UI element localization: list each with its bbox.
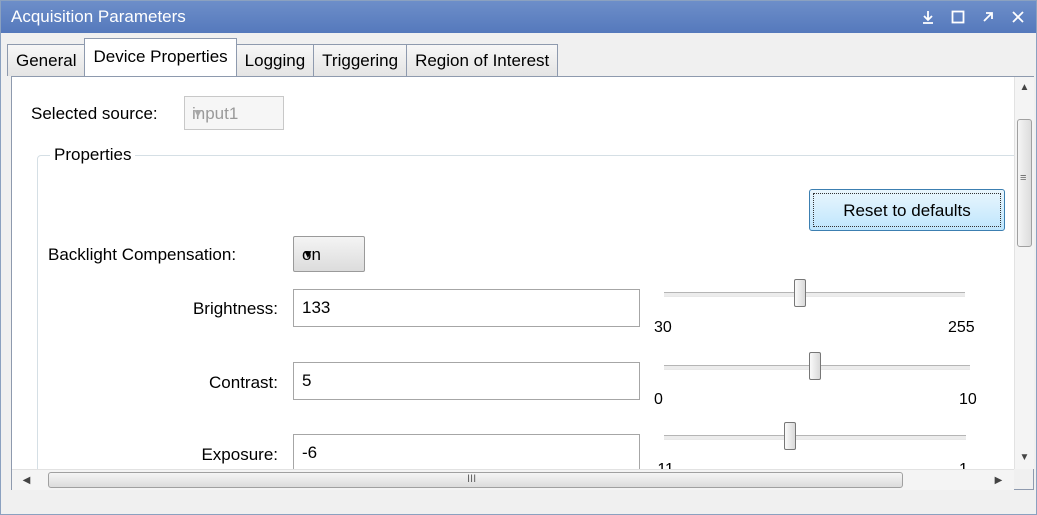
- scrollbar-corner: [1014, 469, 1033, 489]
- undock-icon[interactable]: [976, 5, 1000, 29]
- brightness-max-label: 255: [948, 319, 975, 336]
- backlight-compensation-label: Backlight Compensation:: [48, 245, 237, 264]
- chevron-down-icon: ▼: [302, 247, 314, 261]
- tab-region-of-interest[interactable]: Region of Interest: [406, 44, 559, 76]
- chevron-down-icon: ▼: [192, 106, 204, 120]
- maximize-icon[interactable]: [946, 5, 970, 29]
- tab-device-properties[interactable]: Device Properties: [84, 38, 237, 76]
- brightness-slider-track[interactable]: [664, 292, 965, 297]
- exposure-label: Exposure:: [201, 445, 278, 464]
- exposure-min-label: -11: [652, 461, 674, 469]
- brightness-label: Brightness:: [192, 299, 278, 318]
- close-icon[interactable]: [1006, 5, 1030, 29]
- exposure-slider-handle[interactable]: [784, 422, 796, 450]
- scroll-viewport: Selected source: input1 ▼ Properties Res…: [12, 77, 1014, 469]
- grip-icon: ≡: [1020, 172, 1027, 184]
- scroll-left-icon[interactable]: ◀: [18, 472, 35, 489]
- acquisition-parameters-window: Acquisition Parameters General Device Pr…: [0, 0, 1037, 515]
- exposure-max-label: 1: [959, 461, 968, 469]
- selected-source-combo: input1 ▼: [184, 96, 284, 130]
- properties-legend: Properties: [50, 145, 136, 165]
- tab-triggering[interactable]: Triggering: [313, 44, 408, 76]
- contrast-min-label: 0: [654, 391, 663, 408]
- brightness-slider-handle[interactable]: [794, 279, 806, 307]
- horizontal-scroll-thumb[interactable]: III: [48, 472, 903, 488]
- brightness-field[interactable]: [293, 289, 640, 327]
- reset-to-defaults-button[interactable]: Reset to defaults: [809, 189, 1005, 231]
- tab-strip: General Device Properties Logging Trigge…: [7, 38, 559, 76]
- contrast-max-label: 10: [959, 391, 977, 408]
- window-title: Acquisition Parameters: [11, 7, 186, 26]
- reset-button-label: Reset to defaults: [843, 201, 971, 220]
- title-bar[interactable]: Acquisition Parameters: [1, 1, 1036, 33]
- device-properties-panel: Selected source: input1 ▼ Properties Res…: [11, 76, 1034, 490]
- selected-source-label: Selected source:: [31, 104, 158, 123]
- grip-icon: III: [467, 473, 477, 485]
- backlight-compensation-dropdown[interactable]: on ▼: [293, 236, 365, 272]
- exposure-field[interactable]: [293, 434, 640, 469]
- vertical-scrollbar[interactable]: ▲ ≡ ▼: [1014, 77, 1034, 469]
- contrast-slider-handle[interactable]: [809, 352, 821, 380]
- scroll-right-icon[interactable]: ▶: [990, 472, 1007, 489]
- tab-logging[interactable]: Logging: [235, 44, 315, 76]
- contrast-input[interactable]: [294, 363, 639, 399]
- tab-general[interactable]: General: [7, 44, 86, 76]
- exposure-slider-track[interactable]: [664, 435, 966, 440]
- brightness-min-label: 30: [654, 319, 672, 336]
- scroll-down-icon[interactable]: ▼: [1016, 449, 1033, 466]
- contrast-label: Contrast:: [209, 373, 278, 392]
- contrast-field[interactable]: [293, 362, 640, 400]
- scroll-up-icon[interactable]: ▲: [1016, 79, 1033, 96]
- exposure-input[interactable]: [294, 435, 639, 469]
- dock-icon[interactable]: [916, 5, 940, 29]
- vertical-scroll-thumb[interactable]: ≡: [1017, 119, 1032, 247]
- brightness-input[interactable]: [294, 290, 639, 326]
- horizontal-scrollbar[interactable]: ◀ III ▶: [12, 469, 1014, 490]
